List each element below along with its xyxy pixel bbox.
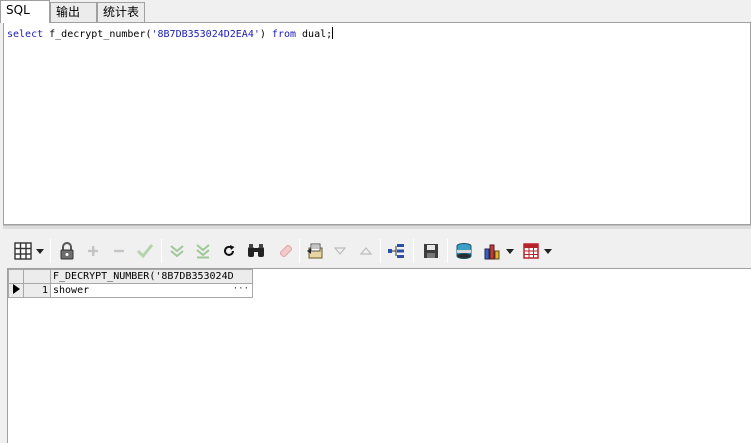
grid-corner[interactable] (8, 269, 24, 284)
fetch-next-button[interactable] (167, 240, 187, 262)
sort-asc-icon (360, 247, 372, 255)
header-row: F_DECRYPT_NUMBER('8B7DB353024D (8, 269, 253, 284)
result-toolbar (0, 234, 751, 266)
row-number-header (23, 269, 51, 284)
tab-sql-label: SQL (6, 3, 30, 17)
current-row-arrow-icon (13, 284, 20, 294)
toolbar-separator (161, 239, 162, 263)
find-icon (248, 244, 264, 257)
delete-record-button[interactable] (109, 240, 129, 262)
keyword-from: from (271, 29, 297, 40)
add-record-icon (88, 246, 98, 256)
table-name: dual; (296, 29, 333, 40)
dropdown-arrow-icon (544, 248, 552, 254)
grid-view-button[interactable] (12, 240, 34, 262)
cell-ellipsis-button[interactable]: ··· (233, 284, 249, 294)
table-icon (523, 243, 539, 259)
row-number: 1 (23, 283, 51, 298)
sql-editor[interactable]: select f_decrypt_number('8B7DB353024D2EA… (3, 22, 751, 225)
tab-statistics-label: 统计表 (103, 5, 140, 19)
add-record-button[interactable] (83, 240, 103, 262)
tab-output-label: 输出 (56, 5, 81, 19)
database-icon (456, 243, 472, 259)
row-indicator (8, 283, 24, 298)
refresh-icon (224, 245, 235, 256)
sort-desc-icon (334, 247, 346, 255)
post-changes-button[interactable] (134, 240, 156, 262)
save-button[interactable] (420, 240, 442, 262)
text-caret (332, 27, 334, 39)
toolbar-separator (299, 239, 300, 263)
fetch-last-icon (196, 244, 210, 259)
dropdown-arrow-icon (36, 248, 44, 254)
clear-button[interactable] (275, 240, 295, 262)
tab-bar: SQL 输出 统计表 (0, 0, 751, 23)
grid-view-icon (14, 242, 32, 260)
column-header[interactable]: F_DECRYPT_NUMBER('8B7DB353024D (50, 269, 253, 284)
toolbar-separator (447, 239, 448, 263)
database-button[interactable] (453, 240, 475, 262)
lock-button[interactable] (57, 240, 77, 262)
chart-dropdown[interactable] (505, 240, 515, 262)
sort-ascending-button[interactable] (357, 240, 375, 262)
sort-descending-button[interactable] (331, 240, 349, 262)
table-dropdown[interactable] (543, 240, 553, 262)
table-button[interactable] (520, 240, 542, 262)
result-cell[interactable]: shower ··· (50, 283, 253, 298)
export-icon (307, 243, 323, 259)
delete-record-icon (114, 249, 124, 253)
keyword-select: select (7, 29, 44, 40)
query-tree-button[interactable] (385, 240, 407, 262)
chart-icon (484, 244, 500, 260)
lock-icon (60, 242, 74, 260)
query-tree-icon (388, 244, 404, 258)
fetch-next-icon (170, 245, 184, 258)
grid-view-dropdown[interactable] (35, 240, 45, 262)
string-literal: '8B7DB353024D2EA4' (151, 29, 260, 40)
chart-button[interactable] (481, 240, 503, 262)
cell-value: shower (53, 285, 90, 296)
refresh-button[interactable] (219, 240, 239, 262)
toolbar-separator (50, 239, 51, 263)
dropdown-arrow-icon (506, 248, 514, 254)
result-grid[interactable]: F_DECRYPT_NUMBER('8B7DB353024D 1 shower ·… (7, 268, 751, 443)
result-table: F_DECRYPT_NUMBER('8B7DB353024D 1 shower ·… (8, 269, 253, 298)
close-paren: ) (259, 29, 272, 40)
post-changes-icon (136, 244, 154, 259)
clear-icon (279, 244, 293, 258)
tab-output[interactable]: 输出 (50, 2, 97, 22)
fetch-last-button[interactable] (193, 240, 213, 262)
find-button[interactable] (245, 240, 267, 262)
sql-code-line[interactable]: select f_decrypt_number('8B7DB353024D2EA… (7, 27, 334, 42)
pane-splitter[interactable] (3, 225, 751, 229)
tab-statistics[interactable]: 统计表 (97, 2, 145, 22)
save-icon (424, 244, 438, 258)
toolbar-separator (413, 239, 414, 263)
tab-sql[interactable]: SQL (0, 0, 50, 23)
export-button[interactable] (304, 240, 326, 262)
function-call: f_decrypt_number( (43, 29, 152, 40)
table-row[interactable]: 1 shower ··· (8, 283, 253, 298)
toolbar-separator (380, 239, 381, 263)
